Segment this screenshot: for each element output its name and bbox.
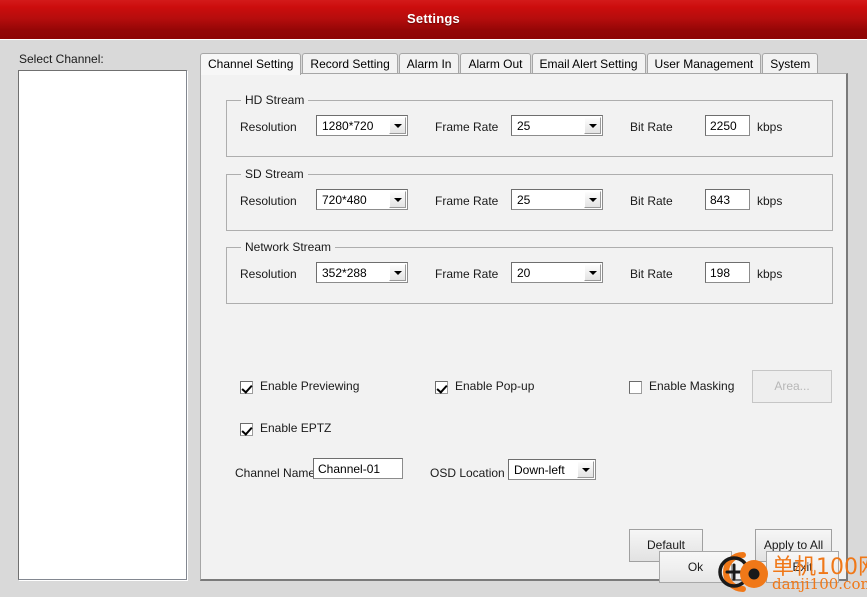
chevron-down-icon[interactable] <box>584 117 601 134</box>
sd-bit-rate-label: Bit Rate <box>630 194 673 208</box>
tab-alarm-out[interactable]: Alarm Out <box>460 53 531 75</box>
tab-alarm-in[interactable]: Alarm In <box>398 53 460 75</box>
hd-frame-rate-select[interactable]: 25 <box>511 115 603 136</box>
network-bit-rate-label: Bit Rate <box>630 267 673 281</box>
group-hd-stream-title: HD Stream <box>241 93 309 107</box>
sd-frame-rate-select[interactable]: 25 <box>511 189 603 210</box>
tab-record-setting[interactable]: Record Setting <box>302 53 398 75</box>
chevron-down-icon[interactable] <box>584 191 601 208</box>
channel-name-label: Channel Name <box>235 466 316 480</box>
channel-list-box[interactable] <box>18 70 187 580</box>
sd-bit-rate-unit: kbps <box>757 194 783 208</box>
hd-frame-rate-value: 25 <box>517 119 531 133</box>
ok-button[interactable]: Ok <box>659 551 732 583</box>
osd-location-select[interactable]: Down-left <box>508 459 596 480</box>
enable-popup-label: Enable Pop-up <box>455 379 535 393</box>
sd-resolution-select[interactable]: 720*480 <box>316 189 408 210</box>
chevron-down-icon[interactable] <box>584 264 601 281</box>
group-network-stream-title: Network Stream <box>241 240 336 254</box>
sd-bit-rate-input[interactable]: 843 <box>705 189 750 210</box>
checkbox-empty-icon <box>629 381 642 394</box>
window-title: Settings <box>407 11 460 26</box>
checkmark-icon <box>240 423 253 436</box>
settings-dialog: Settings Select Channel: Channel Setting… <box>0 0 867 597</box>
enable-previewing-label: Enable Previewing <box>260 379 360 393</box>
tab-strip: Channel Setting Record Setting Alarm In … <box>200 53 847 75</box>
network-bit-rate-unit: kbps <box>757 267 783 281</box>
network-resolution-select[interactable]: 352*288 <box>316 262 408 283</box>
checkmark-icon <box>240 381 253 394</box>
network-frame-rate-label: Frame Rate <box>435 267 499 281</box>
group-sd-stream-title: SD Stream <box>241 167 308 181</box>
tab-panel-channel-setting: HD Stream Resolution 1280*720 Frame Rate… <box>200 73 848 581</box>
chevron-down-icon[interactable] <box>389 264 406 281</box>
network-frame-rate-select[interactable]: 20 <box>511 262 603 283</box>
channel-name-input[interactable]: Channel-01 <box>313 458 403 479</box>
active-tab-joint <box>201 73 294 75</box>
hd-resolution-value: 1280*720 <box>322 119 374 133</box>
enable-masking-label: Enable Masking <box>649 379 735 393</box>
network-resolution-value: 352*288 <box>322 266 367 280</box>
group-sd-stream: SD Stream Resolution 720*480 Frame Rate … <box>226 167 833 231</box>
exit-button[interactable]: Exit <box>766 551 839 583</box>
tab-email-alert-setting[interactable]: Email Alert Setting <box>531 53 646 75</box>
hd-bit-rate-label: Bit Rate <box>630 120 673 134</box>
chevron-down-icon[interactable] <box>389 117 406 134</box>
hd-resolution-label: Resolution <box>240 120 297 134</box>
network-frame-rate-value: 20 <box>517 266 531 280</box>
area-button[interactable]: Area... <box>752 370 832 403</box>
tab-channel-setting[interactable]: Channel Setting <box>200 53 302 75</box>
hd-frame-rate-label: Frame Rate <box>435 120 499 134</box>
group-hd-stream: HD Stream Resolution 1280*720 Frame Rate… <box>226 93 833 157</box>
sd-frame-rate-value: 25 <box>517 193 531 207</box>
hd-bit-rate-value: 2250 <box>710 119 737 133</box>
hd-bit-rate-unit: kbps <box>757 120 783 134</box>
group-network-stream: Network Stream Resolution 352*288 Frame … <box>226 240 833 304</box>
network-bit-rate-input[interactable]: 198 <box>705 262 750 283</box>
select-channel-label: Select Channel: <box>19 52 104 66</box>
network-bit-rate-value: 198 <box>710 266 731 280</box>
osd-location-value: Down-left <box>514 463 565 477</box>
sd-bit-rate-value: 843 <box>710 193 731 207</box>
checkmark-icon <box>435 381 448 394</box>
tab-system[interactable]: System <box>762 53 819 75</box>
chevron-down-icon[interactable] <box>389 191 406 208</box>
hd-bit-rate-input[interactable]: 2250 <box>705 115 750 136</box>
sd-resolution-value: 720*480 <box>322 193 367 207</box>
tab-user-management[interactable]: User Management <box>646 53 762 75</box>
sd-resolution-label: Resolution <box>240 194 297 208</box>
dialog-client-area: Select Channel: Channel Setting Record S… <box>0 40 867 597</box>
chevron-down-icon[interactable] <box>577 461 594 478</box>
channel-name-value: Channel-01 <box>318 462 381 476</box>
hd-resolution-select[interactable]: 1280*720 <box>316 115 408 136</box>
network-resolution-label: Resolution <box>240 267 297 281</box>
enable-eptz-label: Enable EPTZ <box>260 421 332 435</box>
osd-location-label: OSD Location <box>430 466 505 480</box>
sd-frame-rate-label: Frame Rate <box>435 194 499 208</box>
title-bar: Settings <box>0 0 867 40</box>
